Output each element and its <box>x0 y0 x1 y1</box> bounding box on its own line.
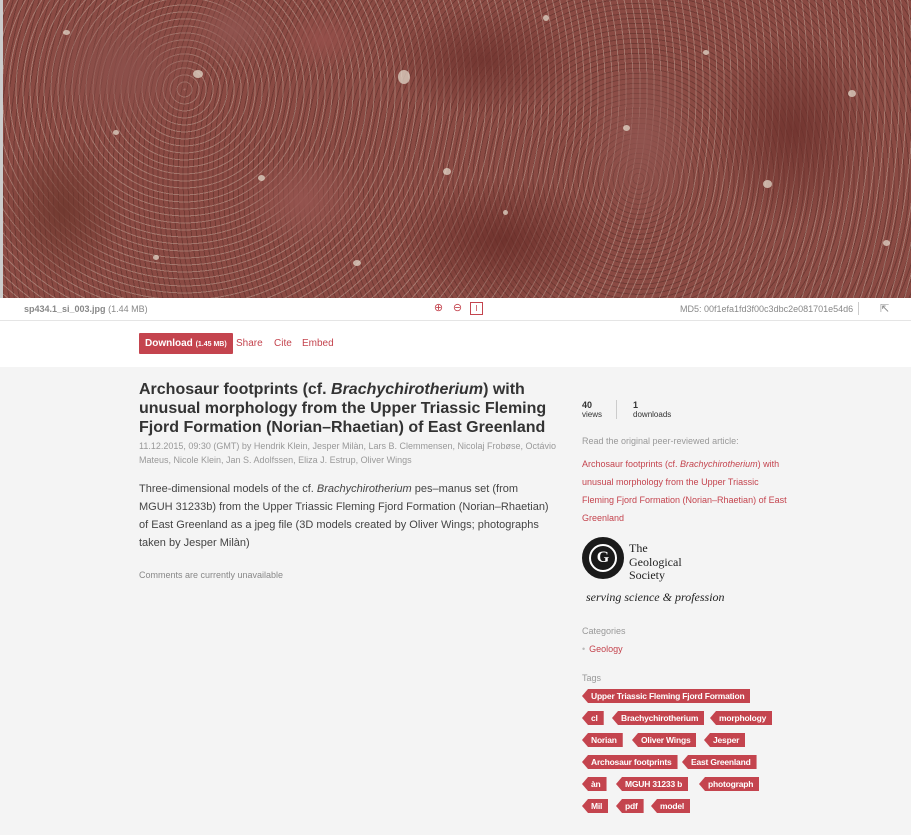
page-title: Archosaur footprints (cf. Brachychirothe… <box>139 381 547 436</box>
zoom-controls: ⊕ ⊖ I <box>432 302 483 315</box>
comments-status: Comments are currently unavailable <box>139 570 284 580</box>
tag[interactable]: Upper Triassic Fleming Fjord Formation <box>582 689 751 703</box>
downloads-stat: 1 downloads <box>616 400 685 419</box>
download-button[interactable]: Download (1.45 MB) <box>139 333 233 354</box>
description: Three-dimensional models of the cf. Brac… <box>139 483 549 549</box>
file-info-bar: sp434.1_si_003.jpg (1.44 MB) ⊕ ⊖ I MD5: … <box>0 298 911 321</box>
tag[interactable]: pdf <box>616 799 644 813</box>
embed-link[interactable]: Embed <box>302 338 334 349</box>
tag[interactable]: East Greenland <box>682 755 757 769</box>
original-article-link[interactable]: Archosaur footprints (cf. Brachychirothe… <box>582 455 792 527</box>
exit-fullscreen-icon[interactable]: ⇱ <box>880 302 889 315</box>
cite-link[interactable]: Cite <box>274 338 292 349</box>
tag[interactable]: Archosaur footprints <box>582 755 678 769</box>
article-meta: 11.12.2015, 09:30 (GMT) by Hendrik Klein… <box>139 439 559 467</box>
publish-date: 11.12.2015, 09:30 (GMT) by <box>139 441 252 451</box>
tag[interactable]: Oliver Wings <box>632 733 697 747</box>
zoom-in-icon[interactable]: ⊕ <box>432 302 445 315</box>
tag[interactable]: Brachychirotherium <box>612 711 705 725</box>
tag[interactable]: Norian <box>582 733 623 747</box>
tag[interactable]: àn <box>582 777 607 791</box>
download-label: Download <box>145 338 193 349</box>
zoom-out-icon[interactable]: ⊖ <box>451 302 464 315</box>
image-preview[interactable] <box>0 0 911 298</box>
publisher-logo[interactable]: G The Geological Society serving science… <box>582 537 732 607</box>
share-link[interactable]: Share <box>236 338 263 349</box>
fit-icon[interactable]: I <box>470 302 483 315</box>
tag[interactable]: MGUH 31233 b <box>616 777 689 791</box>
divider <box>858 302 859 315</box>
md5-hash: MD5: 00f1efa1fd3f00c3dbc2e081701e54d6 <box>680 304 854 314</box>
tag[interactable]: Mil <box>582 799 609 813</box>
tags-label: Tags <box>582 673 602 683</box>
tag[interactable]: model <box>651 799 691 813</box>
file-size: (1.44 MB) <box>108 304 148 314</box>
download-size: (1.45 MB) <box>195 341 227 348</box>
tag[interactable]: cl <box>582 711 604 725</box>
publisher-tagline: serving science & profession <box>586 590 725 604</box>
stats: 40 views 1 downloads <box>582 400 685 419</box>
read-original-label: Read the original peer-reviewed article: <box>582 436 739 446</box>
tag[interactable]: Jesper <box>704 733 746 747</box>
categories-label: Categories <box>582 626 626 636</box>
tag[interactable]: photograph <box>699 777 760 791</box>
publisher-name: The Geological Society <box>629 541 682 582</box>
tag[interactable]: morphology <box>710 711 773 725</box>
action-bar: Download (1.45 MB) Share Cite Embed <box>0 321 911 367</box>
views-stat: 40 views <box>582 400 603 419</box>
gs-seal-icon: G <box>582 537 624 579</box>
category-item[interactable]: • Geology <box>582 644 623 654</box>
file-name: sp434.1_si_003.jpg (1.44 MB) <box>24 304 148 314</box>
